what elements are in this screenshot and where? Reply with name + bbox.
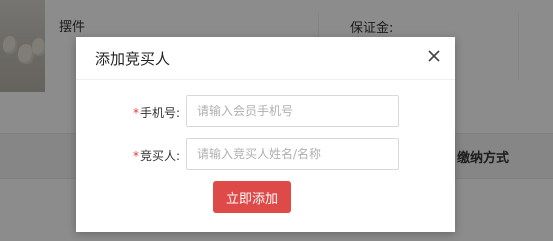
add-now-button[interactable]: 立即添加 [213,181,291,213]
phone-input[interactable] [186,95,399,127]
phone-row: *手机号: [76,95,455,129]
required-mark: * [132,106,139,120]
close-icon [428,50,440,62]
add-bidder-dialog: 添加竞买人 *手机号: *竞买人: 立即添加 [76,37,455,232]
bidder-row: *竞买人: [76,138,455,172]
bidder-label: *竞买人: [133,147,180,164]
phone-label: *手机号: [133,104,180,121]
dialog-header: 添加竞买人 [76,37,455,80]
dialog-title: 添加竞买人 [95,50,171,68]
bidder-name-input[interactable] [186,138,399,170]
close-button[interactable] [427,49,441,63]
phone-label-text: 手机号: [139,106,180,120]
required-mark: * [132,149,139,163]
bidder-label-text: 竞买人: [139,149,180,163]
